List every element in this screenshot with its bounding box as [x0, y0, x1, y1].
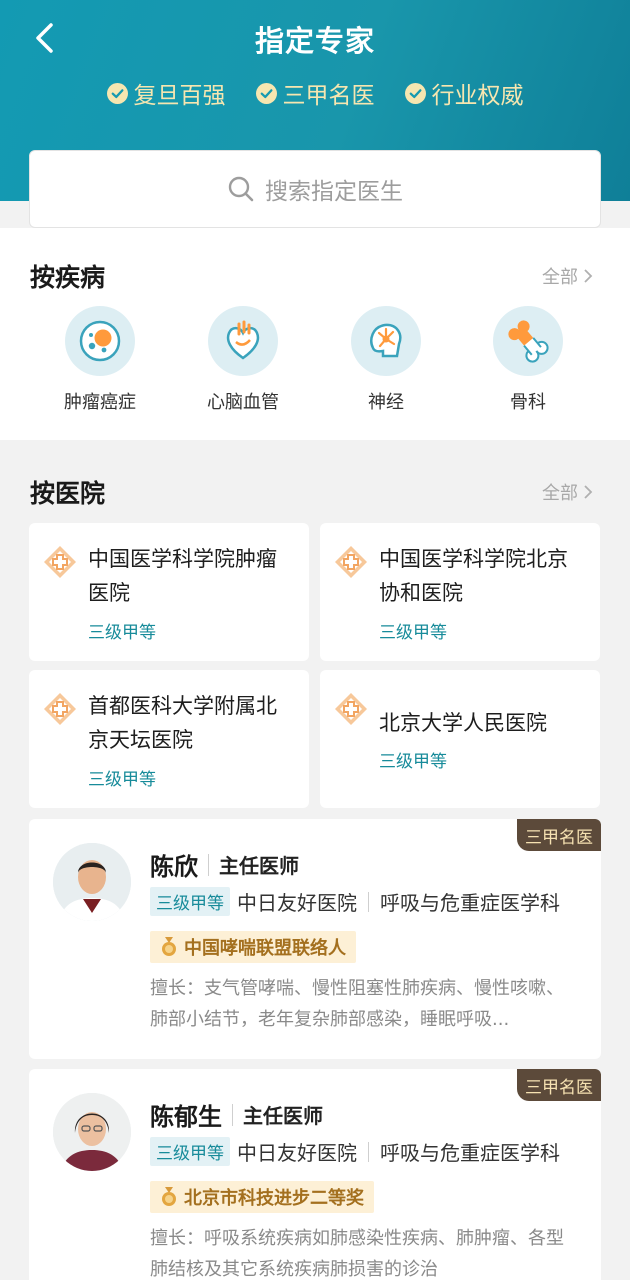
heart-icon	[226, 320, 260, 360]
hospital-cross-icon	[44, 546, 76, 578]
category-ortho[interactable]: 骨科	[473, 306, 583, 414]
badge-label: 复旦百强	[133, 83, 226, 109]
doctor-department: 呼吸与危重症医学科	[380, 891, 560, 915]
award-label: 北京市科技进步二等奖	[184, 1188, 364, 1209]
doctor-card[interactable]: 三甲名医 陈欣 主任医师 三级甲等 中日友好医院 呼吸与危重症医学科 中国哮喘联…	[29, 819, 601, 1059]
category-icon-wrap	[493, 306, 563, 376]
hospital-level-badge: 三级甲等	[150, 887, 230, 916]
category-neuro[interactable]: 神经	[331, 306, 441, 414]
badge-row: 复旦百强 三甲名医 行业权威	[0, 76, 630, 110]
hospital-card[interactable]: 北京大学人民医院 三级甲等	[320, 670, 600, 808]
doctor-hospital: 中日友好医院	[237, 1141, 357, 1165]
hospital-section-title: 按医院	[30, 479, 106, 508]
badge-label: 三甲名医	[282, 83, 375, 109]
hospital-name: 中国医学科学院北京协和医院	[379, 547, 568, 605]
doctor-photo-icon	[53, 843, 131, 921]
doctor-skill: 擅长：呼吸系统疾病如肺感染性疾病、肺肿瘤、各型肺结核及其它系统疾病肺损害的诊治	[150, 1228, 564, 1280]
disease-more-link[interactable]: 全部	[542, 263, 594, 289]
hospital-cross-icon	[335, 546, 367, 578]
brain-neuron-icon	[370, 323, 402, 358]
doctor-avatar	[53, 843, 131, 921]
hospital-cross-icon	[335, 693, 367, 725]
hospital-name: 首都医科大学附属北京天坛医院	[88, 694, 277, 752]
doctor-hospital: 中日友好医院	[237, 891, 357, 915]
doctor-avatar	[53, 1093, 131, 1171]
category-label: 神经	[368, 392, 404, 413]
page-title: 指定专家	[254, 24, 375, 58]
hospital-card[interactable]: 中国医学科学院北京协和医院 三级甲等	[320, 523, 600, 661]
search-input[interactable]: 搜索指定医生	[29, 150, 601, 228]
doctor-award: 中国哮喘联盟联络人	[150, 931, 356, 963]
award-label: 中国哮喘联盟联络人	[184, 938, 346, 959]
check-circle-icon	[106, 82, 128, 104]
hospital-level: 三级甲等	[379, 752, 447, 772]
badge: 三甲名医	[255, 76, 375, 110]
hospital-card[interactable]: 首都医科大学附属北京天坛医院 三级甲等	[29, 670, 309, 808]
doctor-affiliation: 三级甲等 中日友好医院 呼吸与危重症医学科	[150, 887, 560, 916]
more-label: 全部	[542, 267, 578, 288]
hospital-level-badge: 三级甲等	[150, 1137, 230, 1166]
category-icon-wrap	[65, 306, 135, 376]
chevron-right-icon	[584, 485, 593, 499]
divider	[232, 1103, 233, 1126]
chevron-right-icon	[584, 269, 593, 283]
doctor-skill: 擅长：支气管哮喘、慢性阻塞性肺疾病、慢性咳嗽、肺部小结节，老年复杂肺部感染，睡眠…	[150, 978, 564, 1030]
check-circle-icon	[404, 82, 426, 104]
doctor-name: 陈欣	[150, 853, 198, 881]
disease-section-title: 按疾病	[30, 263, 106, 292]
check-circle-icon	[255, 82, 277, 104]
category-icon-wrap	[351, 306, 421, 376]
hospital-name: 中国医学科学院肿瘤医院	[88, 547, 277, 605]
badge: 复旦百强	[106, 76, 226, 110]
doctor-award: 北京市科技进步二等奖	[150, 1181, 374, 1213]
category-label: 心脑血管	[207, 392, 279, 413]
hospital-level: 三级甲等	[88, 623, 156, 643]
badge-label: 行业权威	[431, 83, 524, 109]
category-label: 肿瘤癌症	[64, 392, 136, 413]
doctor-photo-icon	[53, 1093, 131, 1171]
hospital-name: 北京大学人民医院	[379, 711, 547, 735]
doctor-affiliation: 三级甲等 中日友好医院 呼吸与危重症医学科	[150, 1137, 560, 1166]
doctor-title: 主任医师	[243, 1104, 323, 1128]
category-icon-wrap	[208, 306, 278, 376]
category-tumor[interactable]: 肿瘤癌症	[45, 306, 155, 414]
more-label: 全部	[542, 483, 578, 504]
search-icon	[228, 176, 254, 202]
doctor-name-row: 陈欣 主任医师	[150, 847, 299, 882]
bone-icon	[508, 320, 549, 363]
hospital-card[interactable]: 中国医学科学院肿瘤医院 三级甲等	[29, 523, 309, 661]
hospital-cross-icon	[44, 693, 76, 725]
doctor-name: 陈郁生	[150, 1103, 222, 1131]
medal-icon	[162, 1187, 176, 1206]
divider	[368, 1141, 369, 1162]
hospital-level: 三级甲等	[379, 623, 447, 643]
badge: 行业权威	[404, 76, 524, 110]
doctor-tag: 三甲名医	[517, 1069, 601, 1101]
doctor-tag: 三甲名医	[517, 819, 601, 851]
divider	[368, 891, 369, 912]
doctor-name-row: 陈郁生 主任医师	[150, 1097, 323, 1132]
doctor-card[interactable]: 三甲名医 陈郁生 主任医师 三级甲等 中日友好医院 呼吸与危重症医学科 北京市科…	[29, 1069, 601, 1280]
doctor-title: 主任医师	[219, 854, 299, 878]
hospital-more-link[interactable]: 全部	[542, 479, 594, 505]
medal-icon	[162, 937, 176, 956]
category-label: 骨科	[510, 392, 546, 413]
category-cardio[interactable]: 心脑血管	[188, 306, 298, 414]
search-placeholder: 搜索指定医生	[265, 179, 403, 205]
tumor-cell-icon	[79, 320, 121, 362]
disease-section: 按疾病 全部 肿瘤癌症 心脑血管 神经 骨科	[0, 228, 630, 440]
hospital-level: 三级甲等	[88, 770, 156, 790]
doctor-department: 呼吸与危重症医学科	[380, 1141, 560, 1165]
divider	[208, 853, 209, 876]
